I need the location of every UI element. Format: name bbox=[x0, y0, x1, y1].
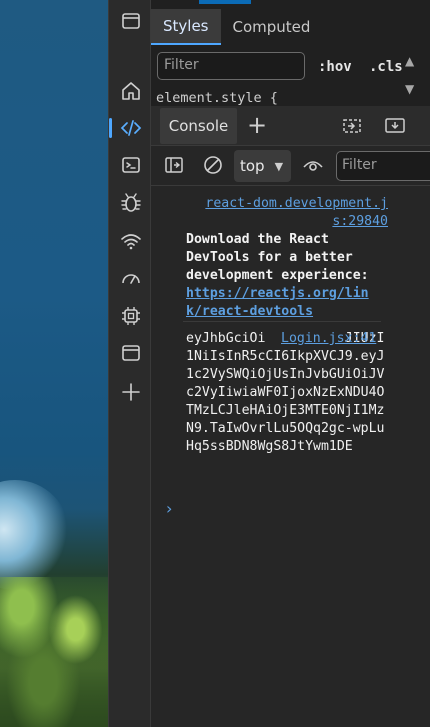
chevron-down-icon: ▼ bbox=[274, 159, 284, 173]
tab-computed[interactable]: Computed bbox=[221, 9, 323, 45]
clear-console-icon[interactable] bbox=[202, 154, 224, 180]
console-prompt-icon[interactable]: › bbox=[166, 499, 172, 518]
link-line: k/react-devtools bbox=[186, 304, 314, 319]
wallpaper-grass bbox=[0, 577, 108, 727]
message-divider bbox=[183, 321, 381, 322]
console-toolbar: top ▼ Filter bbox=[151, 146, 430, 186]
add-icon[interactable] bbox=[109, 375, 152, 409]
console-drawer: Console + top ▼ Filter react-dom.develop… bbox=[151, 106, 430, 727]
add-tab-icon[interactable]: + bbox=[247, 112, 267, 138]
message-text: Download the React bbox=[186, 232, 329, 247]
context-selector[interactable]: top ▼ bbox=[234, 150, 291, 182]
elements-icon[interactable] bbox=[109, 111, 152, 145]
wallpaper-light bbox=[0, 480, 70, 590]
application-icon[interactable] bbox=[109, 336, 152, 370]
token-log-message: eyJhbGciOi JIUzI1NiIsInR5cCI6IkpXVCJ9.ey… bbox=[186, 331, 385, 454]
styles-filter-input[interactable]: Filter bbox=[157, 52, 305, 80]
drawer-tabbar: Console + bbox=[151, 106, 430, 146]
scroll-down-arrow[interactable]: ▼ bbox=[405, 82, 414, 96]
source-line: react-dom.development.j bbox=[205, 196, 388, 211]
window-icon[interactable] bbox=[109, 4, 152, 38]
drawer-collapse-icon[interactable] bbox=[384, 116, 406, 140]
message-text: DevTools for a better bbox=[186, 250, 353, 265]
styles-pane: Styles Computed Filter :hov .cls ▲ ▼ ele… bbox=[151, 0, 430, 110]
cpu-icon[interactable] bbox=[109, 299, 152, 333]
sidebar-toggle-icon[interactable] bbox=[163, 154, 185, 180]
cls-toggle[interactable]: .cls bbox=[369, 59, 403, 75]
desktop-wallpaper bbox=[0, 0, 108, 727]
activity-bar bbox=[108, 0, 151, 727]
performance-icon[interactable] bbox=[109, 261, 152, 295]
network-icon[interactable] bbox=[109, 224, 152, 258]
source-line: s:29840 bbox=[332, 214, 388, 229]
link-line: https://reactjs.org/lin bbox=[186, 286, 369, 301]
bug-icon[interactable] bbox=[109, 186, 152, 220]
hov-toggle[interactable]: :hov bbox=[318, 59, 352, 75]
message-source-link[interactable]: Login.jsx:41 bbox=[281, 330, 376, 348]
devtools-link[interactable]: https://reactjs.org/lin k/react-devtools bbox=[186, 285, 386, 321]
scroll-up-arrow[interactable]: ▲ bbox=[405, 54, 414, 68]
eye-icon[interactable] bbox=[301, 154, 325, 180]
dock-side-icon[interactable] bbox=[341, 116, 363, 140]
tab-styles[interactable]: Styles bbox=[151, 9, 221, 45]
home-icon[interactable] bbox=[109, 74, 152, 108]
active-indicator bbox=[199, 0, 251, 4]
tab-console[interactable]: Console bbox=[160, 108, 237, 144]
element-style-rule: element.style { bbox=[156, 90, 278, 106]
log-message: Download the React DevTools for a better… bbox=[186, 231, 386, 321]
console-icon[interactable] bbox=[109, 148, 152, 182]
context-value: top bbox=[240, 157, 265, 175]
styles-tabs: Styles Computed bbox=[151, 9, 322, 45]
message-source-link[interactable]: react-dom.development.j s:29840 bbox=[198, 195, 388, 231]
message-text: development experience: bbox=[186, 268, 369, 283]
console-filter-input[interactable]: Filter bbox=[336, 151, 430, 181]
